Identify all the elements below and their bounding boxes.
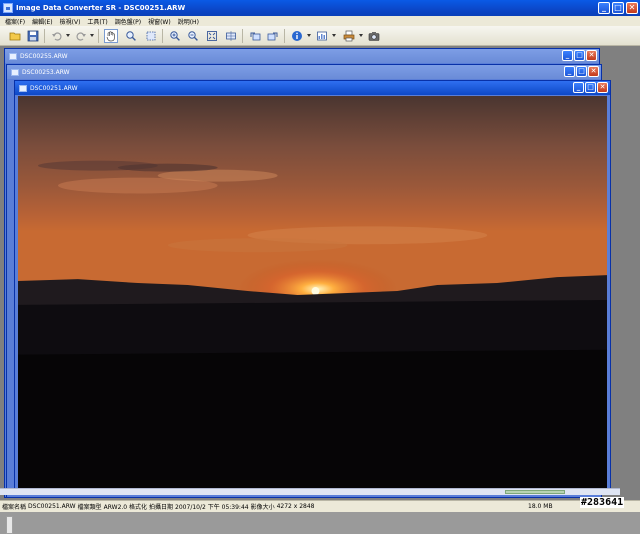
- actual-size-icon[interactable]: [224, 29, 238, 43]
- horizontal-scrollbar[interactable]: [0, 488, 620, 495]
- info-dropdown-icon[interactable]: [307, 34, 311, 37]
- doc-minimize-button[interactable]: _: [573, 82, 584, 93]
- doc-maximize-button[interactable]: □: [576, 66, 587, 77]
- minimize-button[interactable]: _: [598, 2, 610, 14]
- document-controls: _ □ ✕: [564, 66, 599, 77]
- doc-close-button[interactable]: ✕: [588, 66, 599, 77]
- histogram-dropdown-icon[interactable]: [332, 34, 336, 37]
- document-title-bar[interactable]: DSC00251.ARW _ □ ✕: [15, 81, 610, 95]
- status-bar: 檔案名稱 DSC00251.ARW 檔案類型 ARW2.0 格式化 拍攝日期 2…: [0, 500, 640, 512]
- image-size-value: 4272 x 2848: [276, 503, 315, 510]
- hand-tool-icon[interactable]: [104, 29, 118, 43]
- histogram-icon[interactable]: [315, 29, 329, 43]
- sunset-photo: [18, 96, 607, 488]
- document-title: DSC00251.ARW: [30, 84, 78, 92]
- menu-view[interactable]: 檢視(V): [57, 17, 85, 26]
- camera-icon[interactable]: [367, 29, 381, 43]
- image-size-label: 影像大小: [250, 504, 275, 511]
- print-icon[interactable]: [342, 29, 356, 43]
- doc-minimize-button[interactable]: _: [562, 50, 573, 61]
- maximize-button[interactable]: □: [612, 2, 624, 14]
- vertical-scrollbar[interactable]: [6, 516, 13, 534]
- doc-maximize-button[interactable]: □: [574, 50, 585, 61]
- toolbar: [0, 26, 640, 46]
- file-name-value: DSC00251.ARW: [28, 503, 76, 510]
- document-title: DSC00253.ARW: [22, 68, 70, 76]
- document-title: DSC00255.ARW: [20, 52, 68, 60]
- info-icon[interactable]: [290, 29, 304, 43]
- document-icon: [9, 52, 17, 60]
- print-dropdown-icon[interactable]: [359, 34, 363, 37]
- open-folder-icon[interactable]: [8, 29, 22, 43]
- toolbar-separator: [242, 29, 243, 43]
- document-window-active[interactable]: DSC00251.ARW _ □ ✕: [14, 80, 611, 492]
- redo-dropdown-icon[interactable]: [90, 34, 94, 37]
- toolbar-separator: [98, 29, 99, 43]
- menu-palette[interactable]: 調色盤(P): [112, 17, 145, 26]
- undo-dropdown-icon[interactable]: [66, 34, 70, 37]
- rotate-left-icon[interactable]: [248, 29, 262, 43]
- redo-icon[interactable]: [74, 29, 88, 43]
- window-title: Image Data Converter SR - DSC00251.ARW: [16, 4, 186, 12]
- zoom-in-icon[interactable]: [168, 29, 182, 43]
- document-title-bar[interactable]: DSC00253.ARW _ □ ✕: [7, 65, 601, 79]
- select-tool-icon[interactable]: [144, 29, 158, 43]
- menu-help[interactable]: 說明(H): [175, 17, 203, 26]
- document-controls: _ □ ✕: [562, 50, 597, 61]
- magnifier-icon[interactable]: [124, 29, 138, 43]
- zoom-out-icon[interactable]: [186, 29, 200, 43]
- toolbar-separator: [162, 29, 163, 43]
- menu-bar: 檔案(F) 編輯(E) 檢視(V) 工具(T) 調色盤(P) 視窗(W) 說明(…: [0, 16, 640, 26]
- file-name-label: 檔案名稱: [2, 504, 27, 511]
- toolbar-separator: [44, 29, 45, 43]
- menu-tools[interactable]: 工具(T): [84, 17, 111, 26]
- file-type-label: 檔案類型: [77, 504, 102, 511]
- menu-window[interactable]: 視窗(W): [145, 17, 175, 26]
- document-controls: _ □ ✕: [573, 82, 608, 93]
- document-icon: [11, 68, 19, 76]
- image-id-watermark: #283641: [580, 497, 625, 508]
- file-type-value: ARW2.0 格式化: [103, 504, 148, 511]
- capture-date-value: 2007/10/2 下午 05:39:44: [175, 504, 249, 511]
- capture-date-label: 拍攝日期: [149, 504, 174, 511]
- document-title-bar[interactable]: DSC00255.ARW _ □ ✕: [5, 49, 599, 63]
- menu-edit[interactable]: 編輯(E): [29, 17, 56, 26]
- image-preview[interactable]: [18, 96, 607, 488]
- document-area: DSC00255.ARW _ □ ✕ DSC00253.ARW _ □ ✕ DS…: [0, 46, 640, 534]
- document-icon: [19, 84, 27, 92]
- doc-minimize-button[interactable]: _: [564, 66, 575, 77]
- undo-icon[interactable]: [50, 29, 64, 43]
- toolbar-separator: [284, 29, 285, 43]
- menu-file[interactable]: 檔案(F): [2, 17, 29, 26]
- file-size-value: 18.0 MB: [528, 503, 553, 510]
- close-button[interactable]: ✕: [626, 2, 638, 14]
- doc-maximize-button[interactable]: □: [585, 82, 596, 93]
- window-controls: _ □ ✕: [598, 2, 638, 14]
- doc-close-button[interactable]: ✕: [597, 82, 608, 93]
- rotate-right-icon[interactable]: [266, 29, 280, 43]
- scrollbar-thumb[interactable]: [505, 490, 565, 494]
- app-icon: [3, 3, 13, 13]
- fit-window-icon[interactable]: [205, 29, 219, 43]
- main-title-bar: Image Data Converter SR - DSC00251.ARW _…: [0, 0, 640, 16]
- doc-close-button[interactable]: ✕: [586, 50, 597, 61]
- save-icon[interactable]: [26, 29, 40, 43]
